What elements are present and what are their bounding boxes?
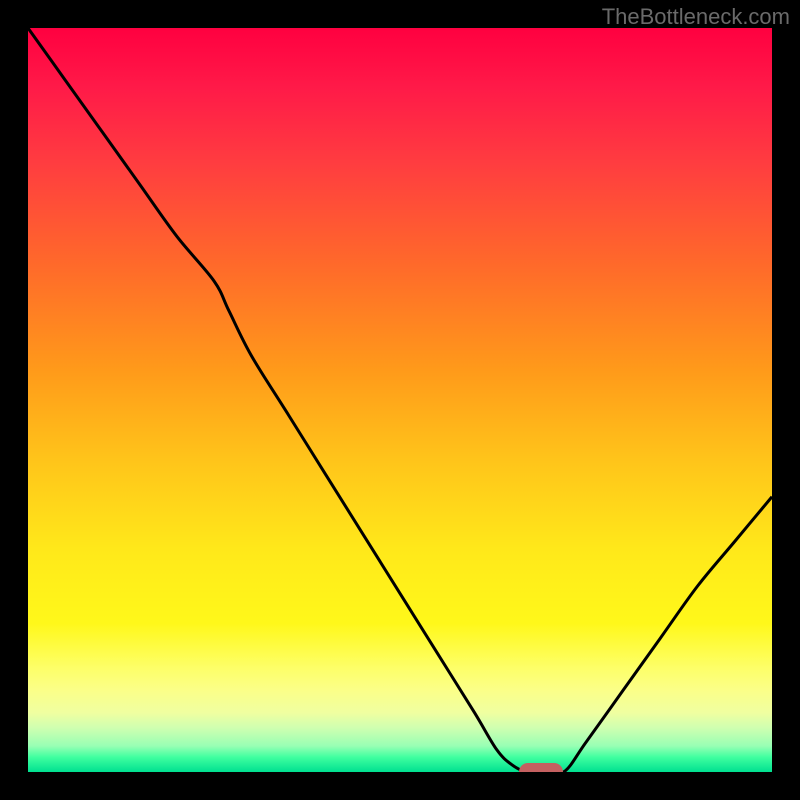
chart-plot-area (28, 28, 772, 772)
optimal-marker (519, 763, 563, 772)
bottleneck-curve-line (28, 28, 772, 772)
chart-curve (28, 28, 772, 772)
watermark-text: TheBottleneck.com (602, 4, 790, 30)
